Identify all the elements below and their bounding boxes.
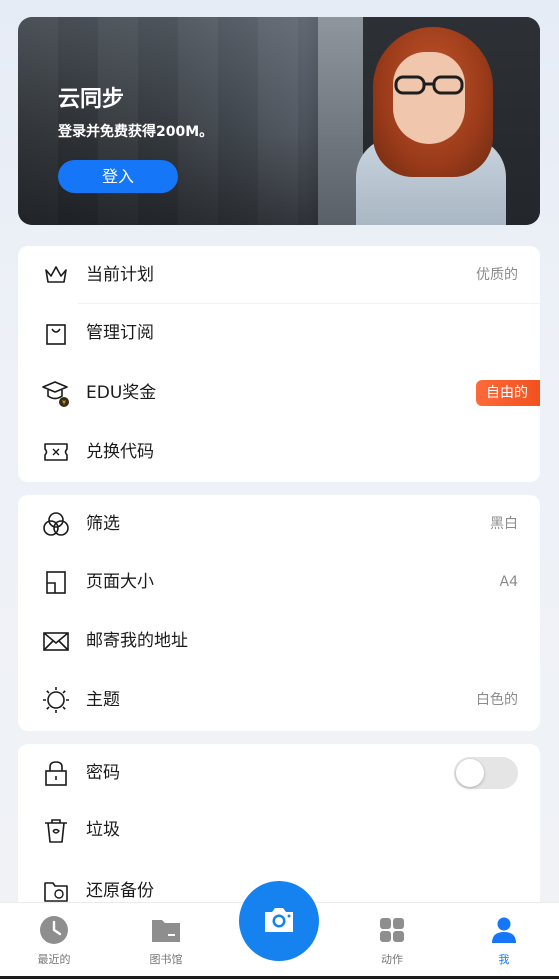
glasses-icon xyxy=(394,75,464,95)
free-badge: 自由的 xyxy=(476,380,540,406)
nav-actions[interactable]: 动作 xyxy=(352,903,432,980)
ticket-icon xyxy=(44,443,68,461)
edu-bonus-row[interactable]: ¥ EDU奖金 自由的 xyxy=(18,364,540,422)
mail-address-row[interactable]: 邮寄我的地址 xyxy=(18,612,540,670)
graduation-cap-icon: ¥ xyxy=(42,381,69,407)
theme-row[interactable]: 主题 白色的 xyxy=(18,671,540,729)
trash-row[interactable]: 垃圾 xyxy=(18,801,540,859)
mail-icon xyxy=(43,632,69,651)
theme-label: 主题 xyxy=(86,690,120,710)
person-icon xyxy=(492,917,516,943)
theme-value: 白色的 xyxy=(476,692,518,708)
current-plan-row[interactable]: 当前计划 优质的 xyxy=(18,246,540,304)
nav-recent[interactable]: 最近的 xyxy=(14,903,94,980)
password-toggle[interactable] xyxy=(454,757,518,789)
redeem-code-label: 兑换代码 xyxy=(86,442,154,462)
nav-me[interactable]: 我 xyxy=(464,903,544,980)
nav-library-label: 图书馆 xyxy=(149,953,183,966)
current-plan-label: 当前计划 xyxy=(86,265,154,285)
manage-subscription-row[interactable]: 管理订阅 xyxy=(18,304,540,362)
sun-icon xyxy=(43,687,69,713)
trash-icon xyxy=(45,819,67,843)
page-size-icon xyxy=(46,571,66,594)
current-plan-value: 优质的 xyxy=(476,267,518,283)
camera-icon xyxy=(265,908,293,932)
page-size-value: A4 xyxy=(499,574,518,590)
filter-value: 黑白 xyxy=(490,516,518,532)
clock-icon xyxy=(40,916,68,944)
nav-library[interactable]: 图书馆 xyxy=(126,903,206,980)
banner-subtitle: 登录并免费获得200M。 xyxy=(58,124,214,140)
password-row: 密码 xyxy=(18,744,540,802)
manage-subscription-label: 管理订阅 xyxy=(86,323,154,343)
scan-settings-card: 筛选 黑白 页面大小 A4 邮寄我的地址 主题 白色的 xyxy=(18,495,540,731)
nav-recent-label: 最近的 xyxy=(37,953,71,966)
nav-me-label: 我 xyxy=(498,953,510,966)
redeem-code-row[interactable]: 兑换代码 xyxy=(18,423,540,481)
cloud-sync-banner: 云同步 登录并免费获得200M。 登入 xyxy=(18,17,540,225)
mail-address-label: 邮寄我的地址 xyxy=(86,631,188,651)
toggle-knob xyxy=(456,759,484,787)
shopping-bag-icon xyxy=(46,324,66,345)
svg-text:¥: ¥ xyxy=(62,400,66,407)
filter-icon xyxy=(43,512,69,536)
password-label: 密码 xyxy=(86,763,120,783)
lock-icon xyxy=(45,761,67,786)
account-card: 当前计划 优质的 管理订阅 ¥ EDU奖金 自由的 兑换代码 xyxy=(18,246,540,482)
nav-actions-label: 动作 xyxy=(381,953,403,966)
folder-icon xyxy=(152,920,180,942)
crown-icon xyxy=(45,266,67,283)
page-size-row[interactable]: 页面大小 A4 xyxy=(18,553,540,611)
filter-label: 筛选 xyxy=(86,514,120,534)
person-face xyxy=(393,52,465,144)
trash-label: 垃圾 xyxy=(86,820,120,840)
page-size-label: 页面大小 xyxy=(86,572,154,592)
login-button[interactable]: 登入 xyxy=(58,160,178,193)
edu-bonus-label: EDU奖金 xyxy=(86,383,157,403)
banner-title: 云同步 xyxy=(58,87,125,112)
camera-scan-button[interactable] xyxy=(239,881,319,961)
filter-row[interactable]: 筛选 黑白 xyxy=(18,495,540,553)
grid-icon xyxy=(380,918,404,942)
folder-restore-icon xyxy=(44,882,68,902)
